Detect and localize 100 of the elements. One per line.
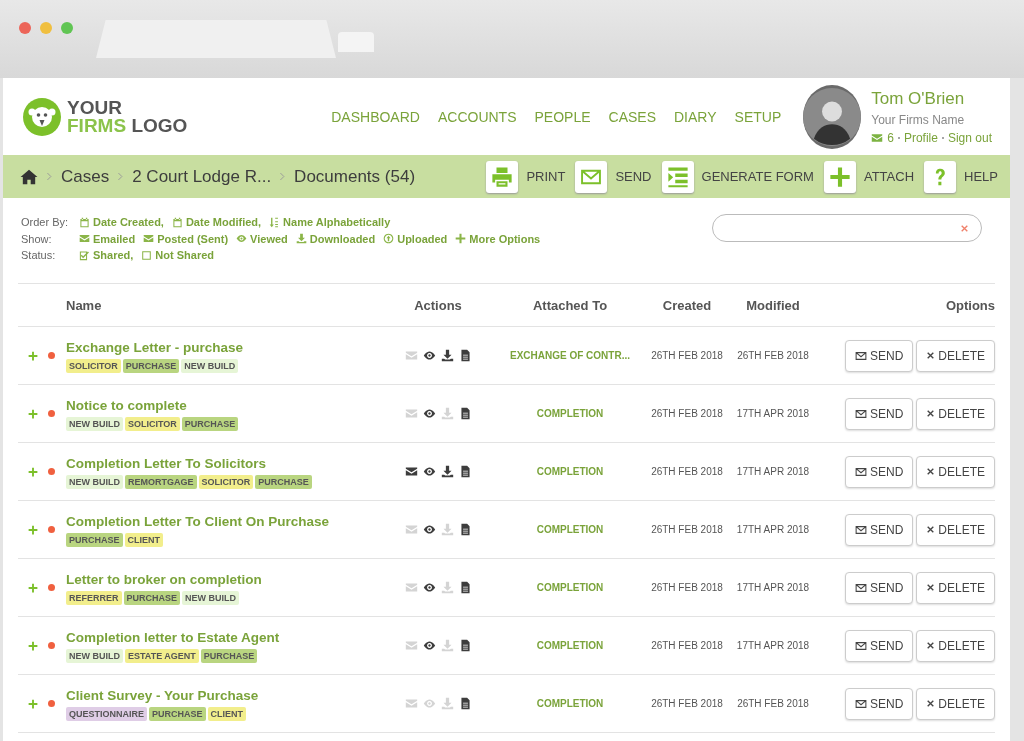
plus-icon xyxy=(28,524,38,535)
send-button[interactable]: SEND xyxy=(844,629,914,662)
toolbar-button[interactable]: HELP xyxy=(924,160,998,193)
created-date: 26TH FEB 2018 xyxy=(650,582,724,593)
toolbar-button[interactable]: SEND xyxy=(575,160,652,193)
sort-option[interactable]: Date Modified, xyxy=(171,216,262,229)
status-filter[interactable]: Not Shared xyxy=(141,249,215,262)
envelope-icon xyxy=(143,233,155,245)
close-icon xyxy=(926,467,936,476)
user-link[interactable]: Sign out xyxy=(947,130,992,145)
column-header: Attached To xyxy=(531,297,609,313)
tag: SOLICITOR xyxy=(125,417,180,431)
breadcrumb-link[interactable]: 2 Court Lodge R... xyxy=(132,166,272,187)
delete-button[interactable]: DELETE xyxy=(916,571,995,604)
tag: CLIENT xyxy=(124,533,163,547)
attached-link[interactable]: COMPLETION xyxy=(493,640,647,651)
attached-link[interactable]: COMPLETION xyxy=(493,524,647,535)
tag: CLIENT xyxy=(207,707,247,721)
eye-icon xyxy=(236,233,248,245)
modified-date: 17TH APR 2018 xyxy=(735,640,811,651)
print-icon xyxy=(491,165,514,188)
modified-date: 17TH APR 2018 xyxy=(735,582,811,593)
window-control-icon[interactable] xyxy=(40,22,52,34)
show-filter[interactable]: Viewed xyxy=(236,232,288,245)
tag: ESTATE AGENT xyxy=(125,649,199,663)
tag: NEW BUILD xyxy=(66,417,123,431)
plus-icon xyxy=(455,233,467,245)
status-dot-icon xyxy=(48,468,55,475)
sort-icon xyxy=(269,216,281,228)
home-icon xyxy=(20,167,38,186)
toolbar-button[interactable]: PRINT xyxy=(486,160,566,193)
nav-link[interactable]: CASES xyxy=(608,108,656,125)
show-filter[interactable]: Emailed xyxy=(79,232,136,245)
tag: SOLICITOR xyxy=(198,475,254,489)
document-name[interactable]: Completion Letter To Solicitors xyxy=(66,456,266,471)
calendar-icon xyxy=(171,216,183,228)
delete-button[interactable]: DELETE xyxy=(916,397,995,430)
tag: PURCHASE xyxy=(255,475,312,489)
tag: SOLICITOR xyxy=(66,359,121,373)
send-button[interactable]: SEND xyxy=(844,571,914,604)
show-filter[interactable]: More Options xyxy=(455,232,541,245)
document-icon xyxy=(458,349,472,362)
attached-link[interactable]: COMPLETION xyxy=(493,582,647,593)
show-filter[interactable]: Downloaded xyxy=(295,232,376,245)
sort-option[interactable]: Date Created, xyxy=(79,216,164,229)
close-icon xyxy=(926,641,936,650)
nav-link[interactable]: SETUP xyxy=(734,108,782,125)
document-name[interactable]: Completion Letter To Client On Purchase xyxy=(66,514,330,529)
attached-link[interactable]: COMPLETION xyxy=(493,466,647,477)
status-filter[interactable]: Shared, xyxy=(79,249,134,262)
document-name[interactable]: Completion letter to Estate Agent xyxy=(66,630,280,645)
delete-button[interactable]: DELETE xyxy=(916,339,995,372)
show-filter[interactable]: Uploaded xyxy=(383,232,448,245)
document-name[interactable]: Letter to broker on completion xyxy=(66,572,262,587)
document-icon xyxy=(458,581,472,594)
document-icon xyxy=(458,523,472,536)
send-button[interactable]: SEND xyxy=(844,687,914,720)
breadcrumb-link[interactable]: Documents (54) xyxy=(294,166,416,187)
window-control-icon[interactable] xyxy=(19,22,31,34)
envelope-icon xyxy=(854,523,867,536)
calendar-icon xyxy=(79,216,90,228)
nav-link[interactable]: ACCOUNTS xyxy=(437,108,517,125)
close-icon xyxy=(926,583,936,592)
delete-button[interactable]: DELETE xyxy=(916,629,995,662)
delete-button[interactable]: DELETE xyxy=(916,687,995,720)
tag: NEW BUILD xyxy=(182,591,240,605)
message-count[interactable]: 6 xyxy=(887,130,894,145)
nav-link[interactable]: PEOPLE xyxy=(534,108,591,125)
plus-icon xyxy=(28,698,38,709)
nav-link[interactable]: DASHBOARD xyxy=(331,108,420,125)
tag: REMORTGAGE xyxy=(125,475,197,489)
document-name[interactable]: Client Survey - Your Purchase xyxy=(66,688,259,703)
tag: QUESTIONNAIRE xyxy=(66,707,147,721)
nav-link[interactable]: DIARY xyxy=(674,108,717,125)
toolbar-button[interactable]: ATTACH xyxy=(823,160,915,193)
send-button[interactable]: SEND xyxy=(844,339,914,372)
modified-date: 26TH FEB 2018 xyxy=(736,698,810,709)
attached-link[interactable]: COMPLETION xyxy=(493,408,647,419)
status-dot-icon xyxy=(48,352,55,359)
attached-link[interactable]: COMPLETION xyxy=(493,698,647,709)
send-button[interactable]: SEND xyxy=(844,455,914,488)
delete-button[interactable]: DELETE xyxy=(916,513,995,546)
window-control-icon[interactable] xyxy=(61,22,73,34)
delete-button[interactable]: DELETE xyxy=(916,455,995,488)
plus-icon xyxy=(28,466,38,477)
modified-date: 17TH APR 2018 xyxy=(735,408,811,419)
envelope-icon xyxy=(854,407,867,420)
toolbar-button[interactable]: GENERATE FORM xyxy=(661,160,814,193)
user-link[interactable]: Profile xyxy=(903,130,938,145)
sort-option[interactable]: Name Alphabetically xyxy=(269,216,391,229)
show-filter[interactable]: Posted (Sent) xyxy=(143,232,229,245)
document-name[interactable]: Notice to complete xyxy=(66,398,187,413)
document-name[interactable]: Exchange Letter - purchase xyxy=(66,340,244,355)
status-dot-icon xyxy=(48,700,55,707)
send-button[interactable]: SEND xyxy=(844,397,914,430)
breadcrumb-link[interactable]: Cases xyxy=(61,166,110,187)
attached-link[interactable]: EXCHANGE OF CONTR... xyxy=(493,350,647,361)
tag: REFERRER xyxy=(66,591,122,605)
plus-icon xyxy=(28,350,38,361)
send-button[interactable]: SEND xyxy=(844,513,914,546)
